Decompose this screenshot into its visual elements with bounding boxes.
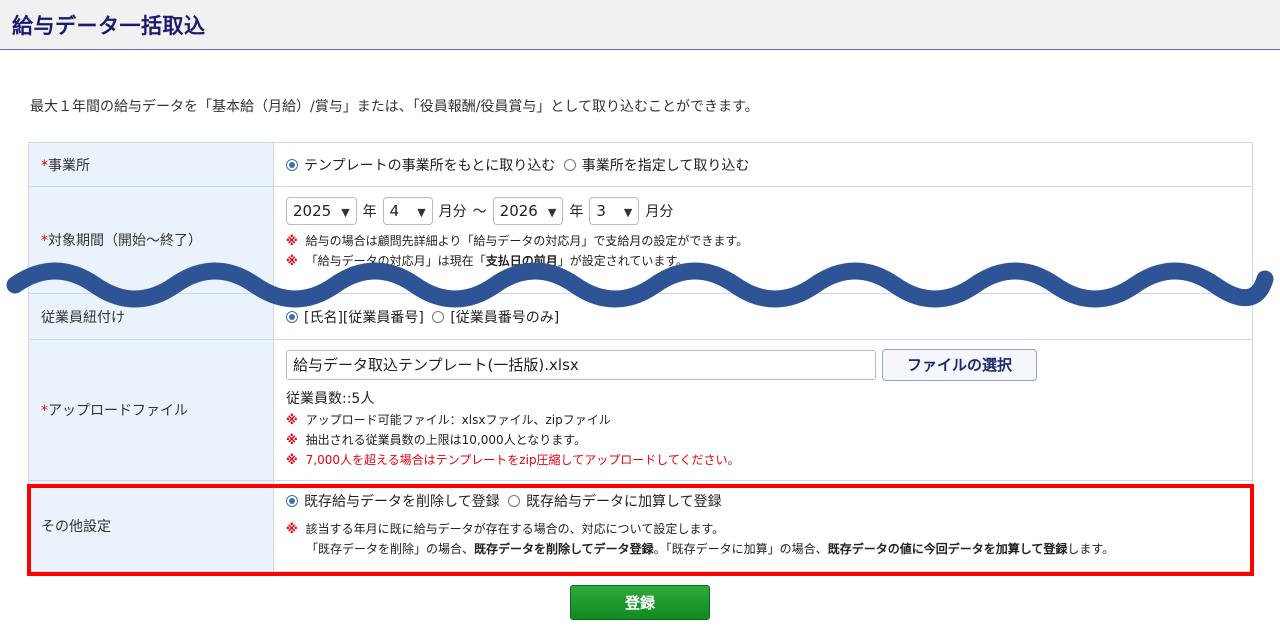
chevron-down-icon: ▼	[623, 206, 633, 219]
end-month-select[interactable]: 3 ▼	[589, 197, 640, 225]
chevron-down-icon: ▼	[547, 206, 557, 219]
page-description: 最大１年間の給与データを「基本給（月給）/賞与」または、「役員報酬/役員賞与」と…	[30, 99, 759, 115]
upload-file-field[interactable]: 給与データ取込テンプレート(一括版).xlsx	[286, 350, 876, 380]
row-period: *対象期間（開始～終了） 2025 ▼ 年 4 ▼ 月分～ 2026 ▼ 年 3 ▼ 月分 ※ 給与の場…	[28, 186, 1253, 294]
page-header: 給与データ一括取込	[0, 0, 1280, 50]
upload-note-1: ※ アップロード可能ファイル：xlsxファイル、zipファイル	[286, 413, 611, 427]
other-note-1: ※ 該当する年月に既に給与データが存在する場合の、対応について設定します。	[286, 522, 725, 536]
radio-selected-icon	[286, 158, 298, 171]
period-note-1: ※ 給与の場合は顧問先詳細より「給与データの対応月」で支給月の設定ができます。	[286, 234, 749, 248]
radio-selected-icon	[286, 495, 298, 507]
radio-unselected-icon	[432, 310, 445, 323]
employee-link-label: 従業員紐付け	[28, 293, 274, 340]
upload-label: *アップロードファイル	[28, 339, 274, 481]
other-note-2: 「既存データを削除」の場合、既存データを削除してデータ登録。「既存データに加算」…	[306, 542, 1115, 556]
settings-form: *事業所 テンプレートの事業所をもとに取り込む 事業所を指定して取り込む *対象…	[28, 142, 1253, 572]
other-option-delete[interactable]: 既存給与データを削除して登録	[286, 494, 500, 510]
period-label: *対象期間（開始～終了）	[28, 186, 274, 294]
office-option-specify[interactable]: 事業所を指定して取り込む	[563, 158, 749, 174]
row-employee-link: 従業員紐付け [氏名][従業員番号] [従業員番号のみ]	[28, 293, 1253, 340]
other-settings-label: その他設定	[28, 480, 274, 572]
start-year-select[interactable]: 2025 ▼	[286, 197, 357, 225]
upload-note-3: ※ 7,000人を超える場合はテンプレートをzip圧縮してアップロードしてください…	[286, 453, 740, 467]
radio-unselected-icon	[508, 495, 521, 507]
choose-file-button[interactable]: ファイルの選択	[882, 349, 1037, 381]
upload-note-2: ※ 抽出される従業員数の上限は10,000人となります。	[286, 433, 587, 447]
row-other-settings: その他設定 既存給与データを削除して登録 既存給与データに加算して登録 ※ 該当す…	[28, 480, 1253, 572]
office-option-template[interactable]: テンプレートの事業所をもとに取り込む	[286, 158, 555, 174]
end-year-select[interactable]: 2026 ▼	[492, 197, 564, 225]
row-office: *事業所 テンプレートの事業所をもとに取り込む 事業所を指定して取り込む	[28, 142, 1253, 187]
office-label: *事業所	[28, 142, 274, 187]
other-option-add[interactable]: 既存給与データに加算して登録	[508, 494, 722, 510]
start-month-select[interactable]: 4 ▼	[382, 197, 433, 225]
period-note-2: ※ 「給与データの対応月」は現在「支払日の前月」が設定されています。	[286, 254, 689, 268]
radio-selected-icon	[286, 310, 298, 323]
chevron-down-icon: ▼	[417, 206, 426, 219]
employee-link-option-number[interactable]: [従業員番号のみ]	[432, 310, 559, 326]
submit-button[interactable]: 登録	[570, 585, 710, 620]
employee-link-option-name[interactable]: [氏名][従業員番号]	[286, 310, 424, 326]
chevron-down-icon: ▼	[341, 206, 350, 219]
employee-count: 従業員数::5人	[286, 391, 375, 407]
row-upload: *アップロードファイル 給与データ取込テンプレート(一括版).xlsx ファイルの…	[28, 339, 1253, 481]
page-title: 給与データ一括取込	[12, 14, 206, 38]
radio-unselected-icon	[563, 158, 576, 171]
